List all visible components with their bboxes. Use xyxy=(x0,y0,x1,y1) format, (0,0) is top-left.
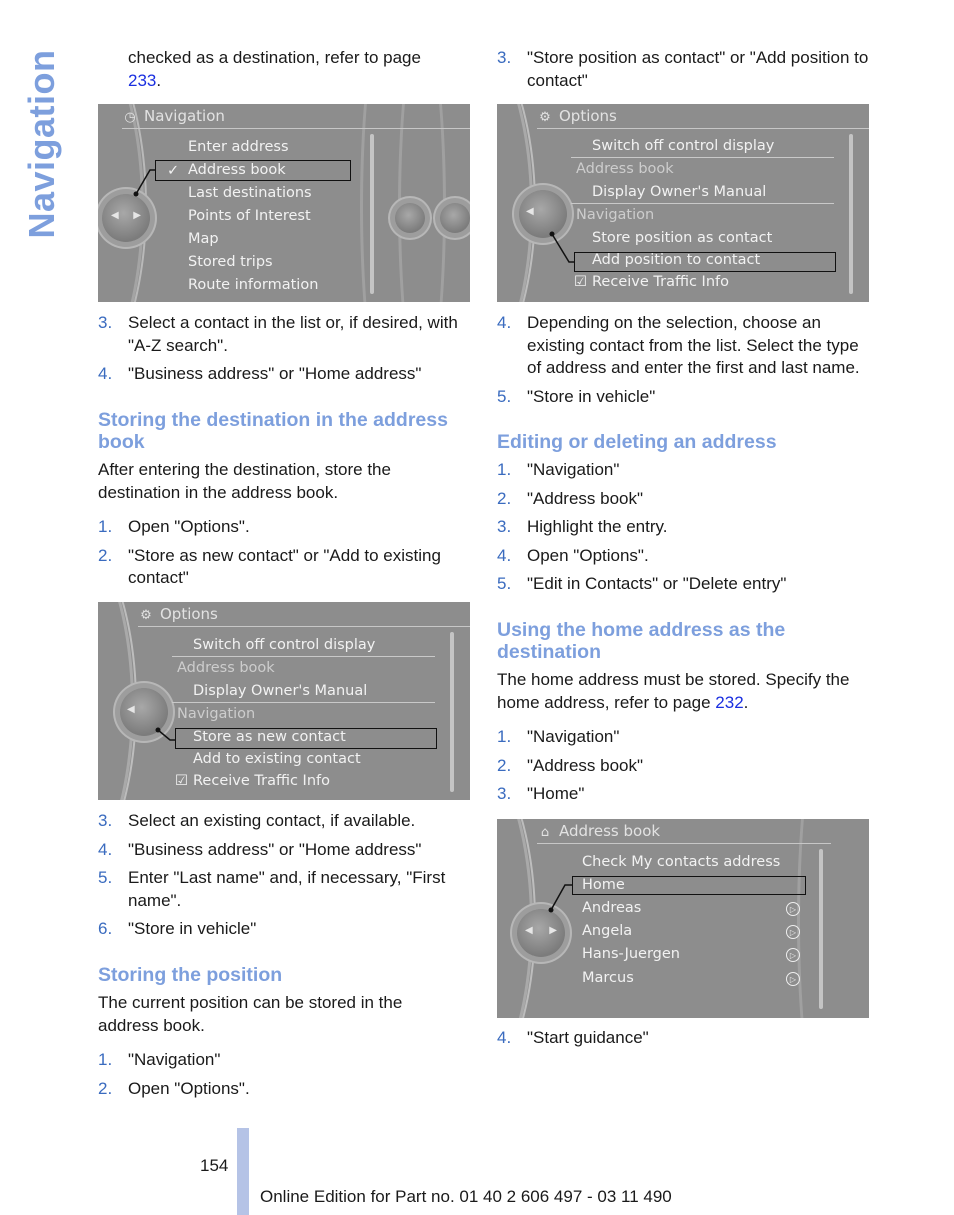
steps-list: 1. "Navigation" 2. Open "Options". xyxy=(98,1049,470,1100)
idrive-screen-options: ⚙ Options ◀ Switch off control display Ad… xyxy=(98,602,470,800)
list-item: 5. Enter "Last name" and, if necessary, "… xyxy=(98,868,446,910)
list-item[interactable]: Check My contacts address xyxy=(582,852,780,872)
menu-section-label: Address book xyxy=(177,660,275,676)
list-item: 4. Depending on the selection, choose an … xyxy=(497,313,860,377)
list-item: 3. Select a contact in the list or, if de… xyxy=(98,313,458,355)
menu-item-checkbox[interactable]: Receive Traffic Info xyxy=(592,272,729,292)
selection-leader-line xyxy=(133,169,156,197)
menu-item[interactable]: Display Owner's Manual xyxy=(592,182,766,202)
intro-paragraph: checked as a destination, refer to page … xyxy=(128,48,421,90)
menu-item[interactable]: Route information xyxy=(188,275,318,295)
paragraph: After entering the destination, store th… xyxy=(98,460,391,502)
menu-item[interactable]: Points of Interest xyxy=(188,206,311,226)
list-item: 1. Open "Options". xyxy=(98,517,250,536)
list-item: 3. "Store position as contact" or "Add po… xyxy=(497,48,869,90)
page-link[interactable]: 233 xyxy=(128,71,156,90)
menu-item-selected[interactable]: Add position to contact xyxy=(592,250,760,270)
contact-item[interactable]: Hans-Juergen xyxy=(582,944,680,964)
menu-item-checkbox[interactable]: Receive Traffic Info xyxy=(193,771,330,791)
checkmark-icon: ✓ xyxy=(167,163,180,179)
idrive-screen-address-book: ⌂ Address book ◀ ▶ Check My contacts addr… xyxy=(497,819,869,1018)
list-item: 2. "Store as new contact" or "Add to exis… xyxy=(98,545,441,588)
navigate-to-icon[interactable]: ▷ xyxy=(786,902,800,916)
navigate-to-icon[interactable]: ▷ xyxy=(786,948,800,962)
checkbox-icon[interactable]: ☑ xyxy=(175,771,188,791)
contact-item[interactable]: Andreas xyxy=(582,898,641,918)
list-item: 4. "Business address" or "Home address" xyxy=(98,364,422,383)
section-side-tab-label: Navigation xyxy=(21,49,62,239)
page-number: 154 xyxy=(200,1156,229,1175)
list-item: 3. "Home" xyxy=(497,784,585,803)
section-heading: Using the home address as the destinatio… xyxy=(497,619,786,663)
menu-section-label: Navigation xyxy=(177,706,256,722)
list-item: 6. "Store in vehicle" xyxy=(98,919,257,938)
menu-item[interactable]: Stored trips xyxy=(188,252,273,272)
menu-item[interactable]: Enter address xyxy=(188,137,289,157)
steps-list: 1. Open "Options". 2. "Store as new contac… xyxy=(98,516,470,590)
menu-divider xyxy=(571,157,834,158)
footer-accent-bar xyxy=(237,1128,249,1215)
menu-item[interactable]: Switch off control display xyxy=(193,635,375,655)
selection-leader-line xyxy=(548,884,573,913)
contact-item[interactable]: Marcus xyxy=(582,968,634,988)
list-item: 3. Highlight the entry. xyxy=(497,517,668,536)
menu-item[interactable]: Display Owner's Manual xyxy=(193,681,367,701)
navigate-to-icon[interactable]: ▷ xyxy=(786,925,800,939)
menu-item[interactable]: Switch off control display xyxy=(592,136,774,156)
steps-list: 4. "Start guidance" xyxy=(497,1027,869,1050)
section-heading: Editing or deleting an address xyxy=(497,431,777,453)
list-item: 2. "Address book" xyxy=(497,755,644,775)
paragraph: The home address must be stored. Specify… xyxy=(497,670,850,712)
idrive-screen-options: ⚙ Options ◀ Switch off control display Ad… xyxy=(497,104,869,302)
list-item: 5. "Store in vehicle" xyxy=(497,386,656,406)
list-item: 1. "Navigation" xyxy=(497,460,620,479)
steps-list: 4. Depending on the selection, choose an … xyxy=(497,312,869,408)
list-item: 4. Open "Options". xyxy=(497,545,649,565)
menu-divider xyxy=(172,656,435,657)
list-item: 2. "Address book" xyxy=(497,488,644,508)
list-item: 4. "Business address" or "Home address" xyxy=(98,839,422,859)
menu-item-selected[interactable]: Address book xyxy=(188,160,286,180)
menu-item[interactable]: Last destinations xyxy=(188,183,312,203)
menu-item[interactable]: Add to existing contact xyxy=(193,749,361,769)
list-item: 5. "Edit in Contacts" or "Delete entry" xyxy=(497,574,787,593)
contact-item[interactable]: Angela xyxy=(582,921,632,941)
footer-edition: Online Edition for Part no. 01 40 2 606 … xyxy=(260,1187,672,1206)
steps-list: 3. "Store position as contact" or "Add po… xyxy=(497,47,869,92)
steps-list: 3. Select an existing contact, if availab… xyxy=(98,810,470,941)
navigate-to-icon[interactable]: ▷ xyxy=(786,972,800,986)
list-item: 4. "Start guidance" xyxy=(497,1028,649,1047)
list-item: 1. "Navigation" xyxy=(98,1050,221,1069)
menu-item[interactable]: Map xyxy=(188,229,219,249)
menu-section-label: Navigation xyxy=(576,207,655,223)
menu-item-selected[interactable]: Store as new contact xyxy=(193,727,346,747)
steps-list: 1. "Navigation" 2. "Address book" 3. "Home" xyxy=(497,726,869,806)
idrive-screen-navigation: ◷ Navigation ◀ ▶ ✓ Enter address Address … xyxy=(98,104,470,302)
menu-section-label: Address book xyxy=(576,161,674,177)
steps-list: 3. Select a contact in the list or, if de… xyxy=(98,312,470,386)
paragraph: The current position can be stored in th… xyxy=(98,993,403,1035)
section-side-tab: Navigation xyxy=(21,44,62,244)
steps-list: 1. "Navigation" 2. "Address book" 3. Highli… xyxy=(497,459,869,596)
list-item: 1. "Navigation" xyxy=(497,727,620,746)
list-item: 2. Open "Options". xyxy=(98,1078,250,1098)
menu-divider xyxy=(172,702,435,703)
menu-item[interactable]: Store position as contact xyxy=(592,228,772,248)
list-item-selected[interactable]: Home xyxy=(582,875,625,895)
menu-divider xyxy=(571,203,834,204)
list-item: 3. Select an existing contact, if availab… xyxy=(98,811,416,830)
page-link[interactable]: 232 xyxy=(715,693,743,712)
section-heading: Storing the position xyxy=(98,964,283,986)
section-heading: Storing the destination in the address b… xyxy=(98,409,448,453)
checkbox-icon[interactable]: ☑ xyxy=(574,272,587,292)
